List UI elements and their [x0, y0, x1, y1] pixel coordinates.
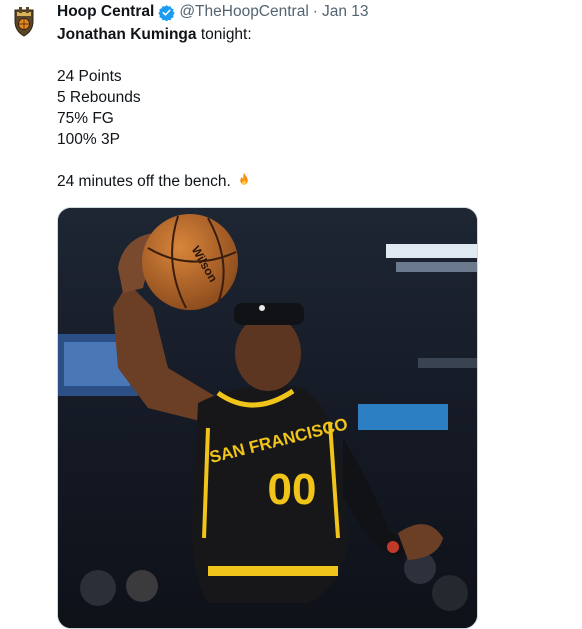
basketball-photo: SAN FRANCISCO 00 Wilson — [58, 208, 477, 628]
separator-dot: · — [312, 3, 318, 20]
closing-text: 24 minutes off the bench. — [57, 173, 231, 190]
tweet-header: Hoop Central @TheHoopCentral · Jan 13 — [57, 2, 369, 22]
verified-badge-icon[interactable] — [158, 4, 175, 21]
stat-line: 100% 3P — [57, 131, 120, 148]
intro-rest: tonight: — [196, 26, 252, 43]
author-name[interactable]: Hoop Central — [57, 2, 154, 22]
stat-line: 5 Rebounds — [57, 89, 141, 106]
intro-line: Jonathan Kuminga tonight: — [57, 24, 557, 45]
jersey-number: 00 — [268, 465, 317, 514]
tweet-media-photo[interactable]: SAN FRANCISCO 00 Wilson — [57, 207, 478, 629]
player-name: Jonathan Kuminga — [57, 26, 197, 43]
stat-line: 75% FG — [57, 110, 114, 127]
tweet-date[interactable]: Jan 13 — [322, 2, 369, 22]
stat-line: 24 Points — [57, 68, 122, 85]
fire-icon — [240, 172, 248, 186]
closing-line: 24 minutes off the bench. — [57, 171, 557, 192]
tweet-text: Jonathan Kuminga tonight: 24 Points 5 Re… — [57, 24, 557, 192]
author-handle[interactable]: @TheHoopCentral — [179, 2, 308, 22]
hoop-central-logo-icon — [6, 4, 42, 40]
avatar[interactable] — [6, 4, 42, 40]
